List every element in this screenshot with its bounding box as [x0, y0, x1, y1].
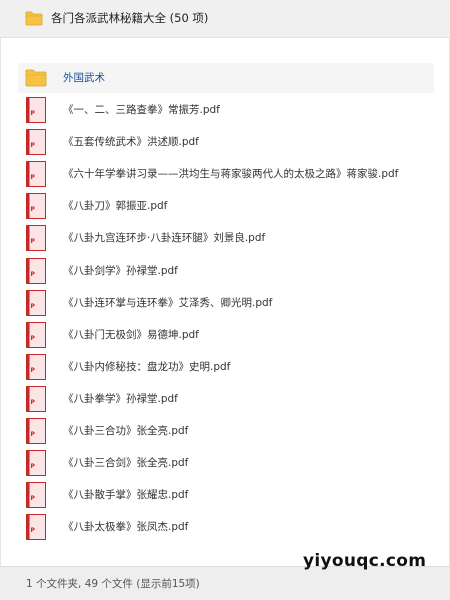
watermark: yiyouqc.com: [303, 551, 427, 571]
file-name: 《八卦拳学》孙禄堂.pdf: [63, 392, 178, 405]
file-row[interactable]: P 《八卦剑学》孙禄堂.pdf: [18, 256, 434, 286]
file-name: 《八卦太极拳》张凤杰.pdf: [63, 521, 189, 534]
file-row[interactable]: P 《八卦内修秘技：盘龙功》史明.pdf: [18, 352, 434, 382]
svg-text:P: P: [31, 399, 36, 406]
svg-text:P: P: [31, 431, 36, 438]
pdf-file-icon: P: [26, 193, 46, 220]
svg-text:P: P: [31, 271, 36, 278]
title-bar: 各门各派武林秘籍大全 (50 项): [0, 0, 450, 38]
file-list: 外国武术 P 《一、二、三路查拳》常振芳.pdf P 《五套传统武术》洪述顺.pdf P…: [0, 38, 450, 566]
file-row[interactable]: P 《六十年学拳讲习录——洪均生与蒋家骏两代人的太极之路》蒋家骏.pdf: [18, 159, 434, 189]
pdf-file-icon: P: [26, 385, 46, 412]
file-row[interactable]: P 《八卦拳学》孙禄堂.pdf: [18, 384, 434, 414]
pdf-file-icon: P: [26, 129, 46, 156]
file-name: 《五套传统武术》洪述顺.pdf: [63, 136, 199, 149]
svg-text:P: P: [31, 238, 36, 245]
svg-text:P: P: [31, 527, 36, 534]
svg-text:P: P: [31, 335, 36, 342]
file-name: 《八卦九宫连环步·八卦连环腿》刘景良.pdf: [63, 232, 266, 245]
pdf-file-icon: P: [26, 514, 46, 541]
file-name: 《八卦连环掌与连环拳》艾泽秀、卿光明.pdf: [63, 296, 273, 309]
svg-text:P: P: [31, 367, 36, 374]
file-row[interactable]: P 《八卦太极拳》张凤杰.pdf: [18, 512, 434, 542]
svg-text:P: P: [31, 110, 36, 117]
folder-icon: [25, 69, 47, 87]
pdf-file-icon: P: [26, 482, 46, 509]
pdf-file-icon: P: [26, 257, 46, 284]
file-row[interactable]: P 《五套传统武术》洪述顺.pdf: [18, 127, 434, 157]
svg-text:P: P: [31, 206, 36, 213]
pdf-file-icon: P: [26, 289, 46, 316]
pdf-file-icon: P: [26, 418, 46, 444]
folder-icon: [25, 11, 43, 26]
svg-text:P: P: [31, 495, 36, 502]
status-summary: 1 个文件夹, 49 个文件 (显示前15项): [26, 578, 200, 590]
pdf-file-icon: P: [26, 321, 46, 348]
svg-text:P: P: [31, 303, 36, 310]
file-row[interactable]: P 《八卦三合功》张全亮.pdf: [18, 416, 434, 446]
file-row[interactable]: P 《八卦连环掌与连环拳》艾泽秀、卿光明.pdf: [18, 288, 434, 318]
file-row[interactable]: P 《八卦三合剑》张全亮.pdf: [18, 448, 434, 478]
file-name: 《八卦三合剑》张全亮.pdf: [63, 457, 189, 470]
folder-row[interactable]: 外国武术: [18, 63, 434, 93]
folder-name: 外国武术: [63, 72, 105, 84]
file-name: 《八卦内修秘技：盘龙功》史明.pdf: [63, 360, 231, 373]
pdf-file-icon: P: [26, 353, 46, 380]
file-row[interactable]: P 《八卦九宫连环步·八卦连环腿》刘景良.pdf: [18, 223, 434, 253]
file-name: 《一、二、三路查拳》常振芳.pdf: [63, 104, 220, 116]
file-name: 《八卦三合功》张全亮.pdf: [63, 425, 189, 437]
status-bar: 1 个文件夹, 49 个文件 (显示前15项): [0, 566, 450, 600]
svg-text:P: P: [31, 142, 36, 149]
file-name: 《八卦刀》郭振亚.pdf: [63, 200, 168, 213]
pdf-file-icon: P: [26, 161, 46, 188]
pdf-file-icon: P: [26, 97, 46, 123]
svg-text:P: P: [31, 463, 36, 470]
file-row[interactable]: P 《八卦散手掌》张耀忠.pdf: [18, 480, 434, 510]
file-row[interactable]: P 《一、二、三路查拳》常振芳.pdf: [18, 95, 434, 125]
file-name: 《八卦散手掌》张耀忠.pdf: [63, 489, 189, 502]
svg-text:P: P: [31, 174, 36, 181]
file-row[interactable]: P 《八卦门无极剑》易德坤.pdf: [18, 320, 434, 350]
file-name: 《八卦剑学》孙禄堂.pdf: [63, 264, 178, 277]
file-row[interactable]: P 《八卦刀》郭振亚.pdf: [18, 191, 434, 221]
file-name: 《八卦门无极剑》易德坤.pdf: [63, 328, 199, 341]
pdf-file-icon: P: [26, 450, 46, 477]
file-name: 《六十年学拳讲习录——洪均生与蒋家骏两代人的太极之路》蒋家骏.pdf: [63, 168, 399, 181]
pdf-file-icon: P: [26, 225, 46, 252]
page-title: 各门各派武林秘籍大全 (50 项): [51, 11, 209, 25]
